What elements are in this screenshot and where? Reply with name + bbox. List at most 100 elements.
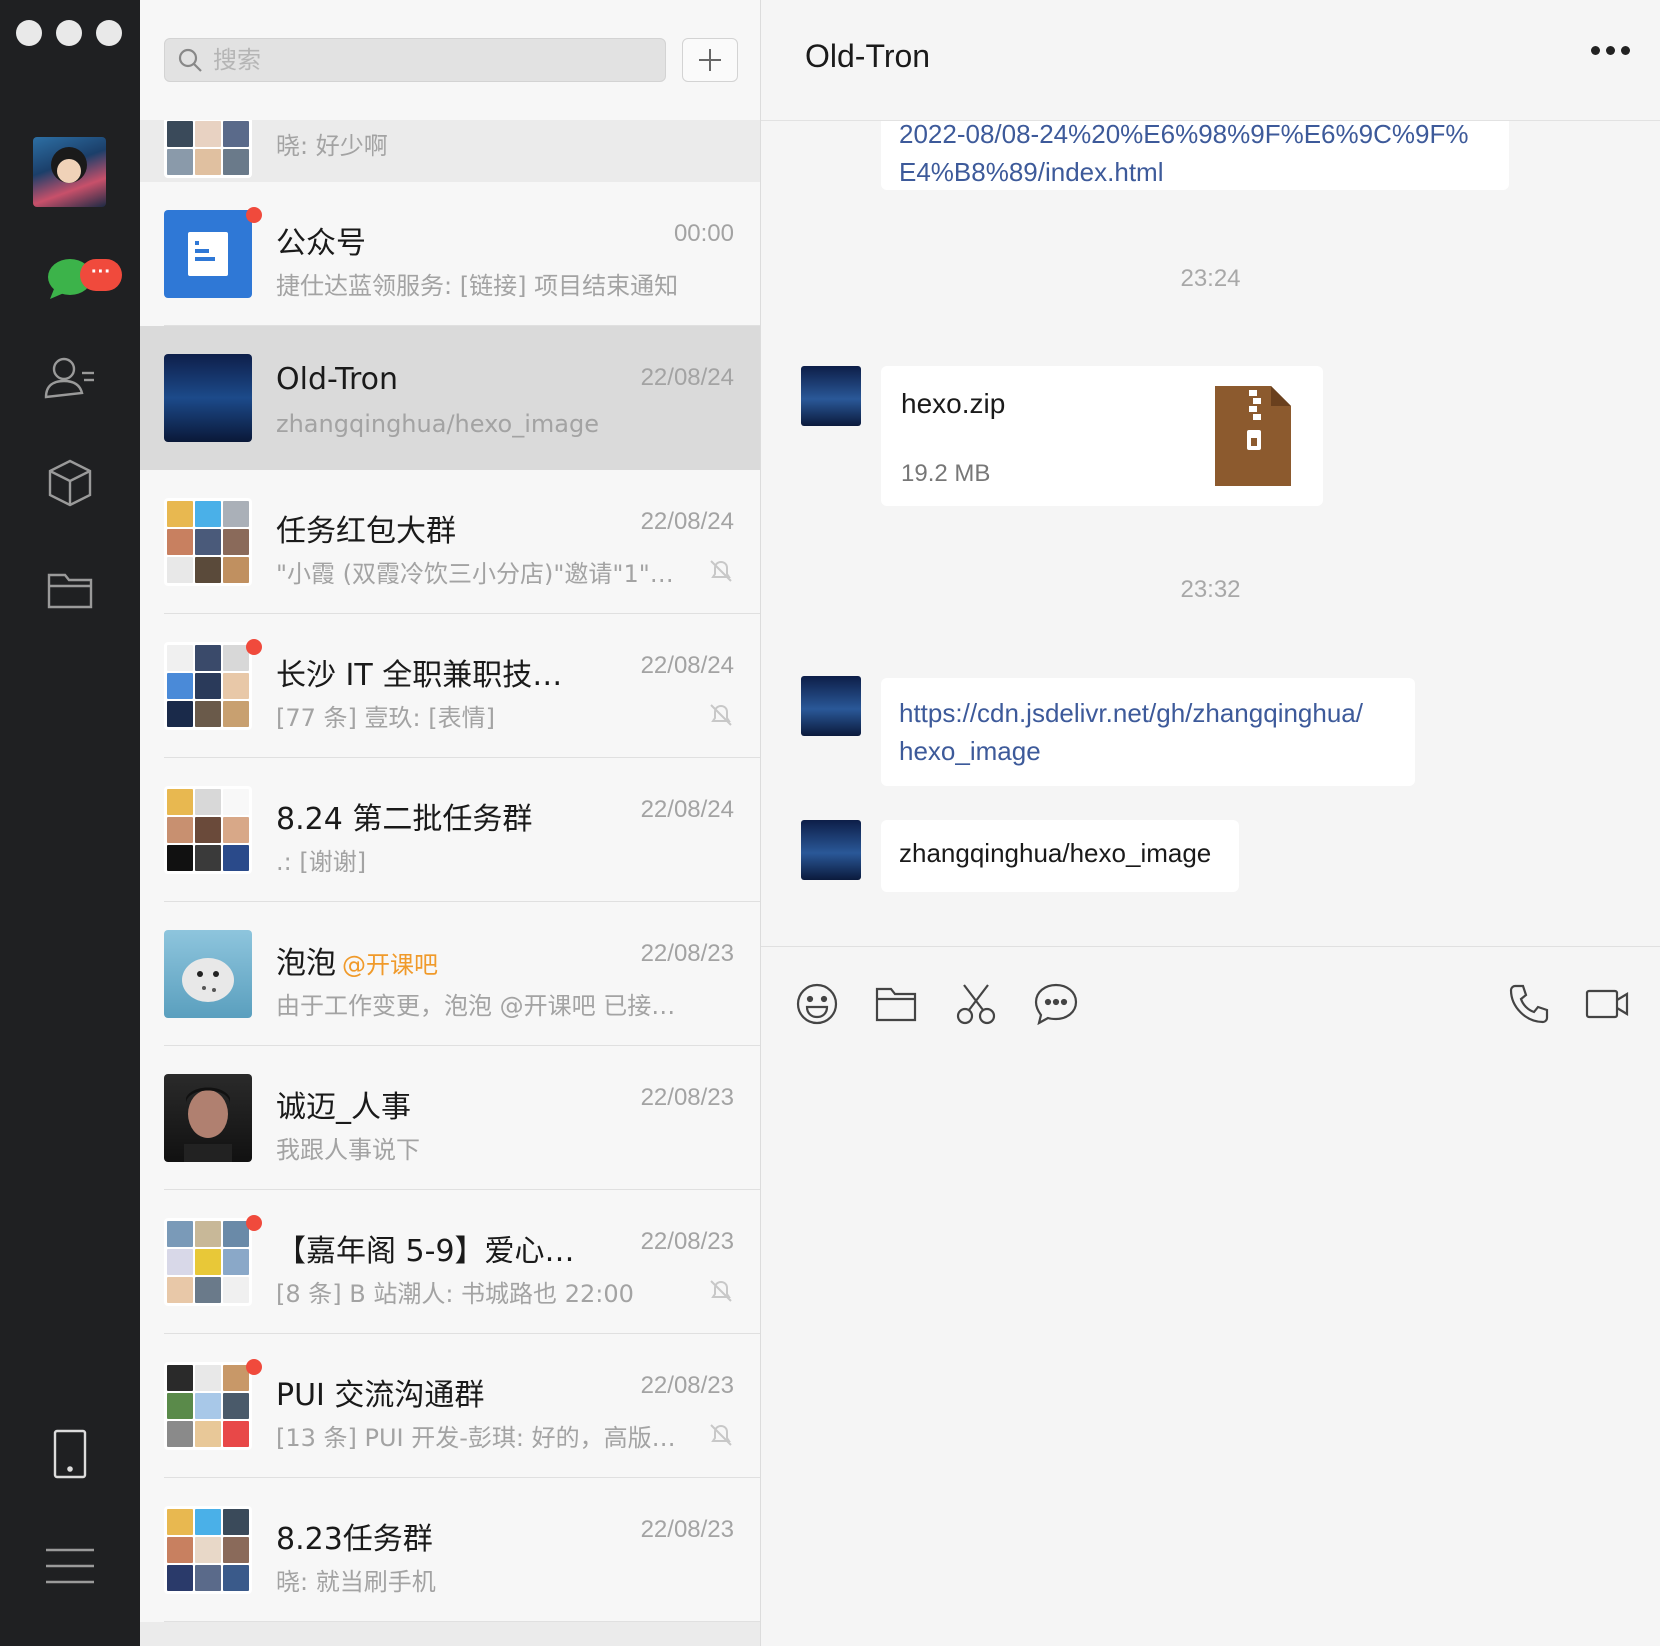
link-text: 2022-08/08-24%20%E6%98%9F%E6%9C%9F% [899, 121, 1469, 149]
item-name: 公众号 [276, 226, 366, 261]
message-text: zhangqinghua/hexo_image [899, 838, 1212, 868]
item-preview: 由于工作变更，泡泡 @开课吧 已接替 姬老师的工作 [276, 992, 686, 1020]
menu-icon[interactable] [40, 1536, 100, 1596]
item-preview: .: [谢谢] [276, 848, 367, 876]
item-name: Old-Tron [276, 362, 399, 397]
item-time: 22/08/24 [640, 508, 734, 535]
unread-dot [246, 1215, 262, 1231]
conversation-list: 晓: 好少啊 公众号 00:00 捷仕达蓝领服务: [链接] 项目结束通知 Ol… [140, 0, 761, 1646]
group-avatar [164, 1362, 252, 1450]
list-item-active[interactable]: Old-Tron 22/08/24 zhangqinghua/hexo_imag… [140, 326, 760, 470]
zip-file-icon [1215, 386, 1291, 486]
item-preview: [13 条] PUI 开发-彭琪: 好的，高版本的也可以 [276, 1424, 686, 1452]
emoji-button[interactable] [793, 980, 841, 1028]
list-item[interactable]: 【嘉年阁 5-9】爱心服务 22/08/23 [8 条] B 站潮人: 书城路也… [140, 1190, 760, 1334]
link-message[interactable]: https://cdn.jsdelivr.net/gh/zhangqinghua… [881, 678, 1415, 786]
item-name: 8.23任务群 [276, 1522, 433, 1557]
group-avatar [164, 786, 252, 874]
sender-avatar[interactable] [801, 366, 861, 426]
search-input[interactable] [211, 45, 655, 75]
file-name: hexo.zip [901, 388, 1006, 419]
list-item[interactable]: 公众号 00:00 捷仕达蓝领服务: [链接] 项目结束通知 [140, 182, 760, 326]
mention-tag: @开课吧 [342, 951, 438, 979]
user-avatar[interactable] [33, 137, 106, 207]
group-avatar [164, 498, 252, 586]
add-button[interactable] [682, 38, 738, 82]
chat-title: Old-Tron [805, 38, 931, 74]
list-item[interactable]: 8.24 第二批任务群 22/08/24 .: [谢谢] [140, 758, 760, 902]
cube-icon[interactable] [40, 453, 100, 513]
conversation-items: 晓: 好少啊 公众号 00:00 捷仕达蓝领服务: [链接] 项目结束通知 Ol… [140, 120, 760, 1622]
contact-avatar [164, 354, 252, 442]
timestamp: 23:32 [1180, 576, 1241, 603]
window-controls [16, 20, 122, 46]
group-avatar [164, 642, 252, 730]
list-item[interactable]: PUI 交流沟通群 22/08/23 [13 条] PUI 开发-彭琪: 好的，… [140, 1334, 760, 1478]
item-name: 【嘉年阁 5-9】爱心服务 [276, 1234, 586, 1269]
item-name: 长沙 IT 全职兼职技术交流群 [276, 658, 586, 693]
send-file-button[interactable] [872, 980, 920, 1028]
item-preview: "小霞 (双霞冷饮三小分店)"邀请"1"加入了群聊 [276, 560, 686, 588]
item-time: 22/08/24 [640, 364, 734, 391]
message-list: 2022-08/08-24%20%E6%98%9F%E6%9C%9F% E4%B… [761, 121, 1660, 946]
text-message[interactable]: zhangqinghua/hexo_image [881, 820, 1239, 892]
item-name: 8.24 第二批任务群 [276, 802, 533, 837]
list-item[interactable]: 任务红包大群 22/08/24 "小霞 (双霞冷饮三小分店)"邀请"1"加入了群… [140, 470, 760, 614]
contacts-icon[interactable] [40, 348, 100, 408]
item-preview: [8 条] B 站潮人: 书城路也 22:00 [276, 1280, 634, 1308]
item-preview: 我跟人事说下 [276, 1136, 420, 1164]
official-accounts-avatar [164, 210, 252, 298]
item-name: 诚迈_人事 [276, 1090, 411, 1125]
composer-toolbar [761, 980, 1660, 1040]
group-avatar [164, 1218, 252, 1306]
list-item[interactable]: 长沙 IT 全职兼职技术交流群 22/08/24 [77 条] 壹玖: [表情] [140, 614, 760, 758]
folder-icon[interactable] [40, 560, 100, 620]
chat-header: Old-Tron [761, 0, 1660, 121]
search-box[interactable] [164, 38, 666, 82]
chat-history-button[interactable] [1032, 980, 1080, 1028]
more-dot-icon [1606, 46, 1615, 55]
app-sidebar: ··· [0, 0, 140, 1646]
video-call-icon [1585, 989, 1629, 1019]
voice-call-button[interactable] [1505, 980, 1553, 1028]
list-item[interactable]: 8.23任务群 22/08/23 晓: 就当刷手机 [140, 1478, 760, 1622]
list-item[interactable]: 泡泡@开课吧 22/08/23 由于工作变更，泡泡 @开课吧 已接替 姬老师的工… [140, 902, 760, 1046]
timestamp: 23:24 [1180, 265, 1241, 292]
file-size: 19.2 MB [901, 460, 991, 487]
close-window-button[interactable] [16, 20, 42, 46]
item-preview: [77 条] 壹玖: [表情] [276, 704, 495, 732]
file-icon [875, 987, 917, 1022]
plus-icon [699, 49, 721, 71]
item-name: 任务红包大群 [276, 514, 456, 549]
file-message[interactable]: hexo.zip 19.2 MB [881, 366, 1323, 506]
sender-avatar[interactable] [801, 676, 861, 736]
link-message[interactable]: 2022-08/08-24%20%E6%98%9F%E6%9C%9F% E4%B… [881, 121, 1509, 190]
more-dot-icon [1621, 46, 1630, 55]
item-time: 22/08/23 [640, 1372, 734, 1399]
scissors-icon [956, 984, 996, 1025]
sender-avatar[interactable] [801, 820, 861, 880]
link-text: E4%B8%89/index.html [899, 157, 1164, 187]
item-name: 泡泡 @开课吧 [276, 946, 438, 981]
zoom-window-button[interactable] [96, 20, 122, 46]
screenshot-button[interactable] [952, 980, 1000, 1028]
minimize-window-button[interactable] [56, 20, 82, 46]
item-time: 22/08/24 [640, 652, 734, 679]
mute-bell-icon [710, 1280, 732, 1302]
list-item[interactable]: 诚迈_人事 22/08/23 我跟人事说下 [140, 1046, 760, 1190]
unread-dot [246, 1359, 262, 1375]
item-time: 22/08/23 [640, 1084, 734, 1111]
video-call-button[interactable] [1583, 980, 1631, 1028]
search-bar [140, 0, 760, 120]
phone-icon[interactable] [40, 1424, 100, 1484]
link-text: https://cdn.jsdelivr.net/gh/zhangqinghua… [899, 698, 1363, 728]
list-item[interactable]: 晓: 好少啊 [140, 120, 760, 182]
chat-panel: Old-Tron 2022-08/08-24%20%E6%98%9F%E6%9C… [761, 0, 1660, 1646]
item-time: 22/08/23 [640, 940, 734, 967]
unread-dot [246, 639, 262, 655]
phone-call-icon [1509, 984, 1549, 1024]
more-options-button[interactable] [1591, 46, 1630, 55]
item-preview: 晓: 好少啊 [276, 132, 388, 160]
item-preview: 捷仕达蓝领服务: [链接] 项目结束通知 [276, 272, 679, 300]
mute-bell-icon [710, 704, 732, 726]
